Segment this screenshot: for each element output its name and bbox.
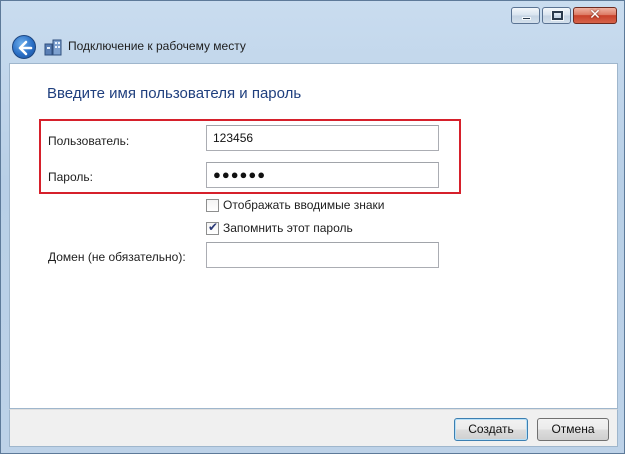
username-label: Пользователь: xyxy=(48,134,130,148)
workplace-connection-icon xyxy=(44,39,62,56)
dialog-window: ✕ Подключение к рабочему месту Введите и… xyxy=(0,0,625,454)
show-chars-option[interactable]: Отображать вводимые знаки xyxy=(206,198,384,212)
content-panel: Введите имя пользователя и пароль Пользо… xyxy=(9,63,618,409)
show-chars-label: Отображать вводимые знаки xyxy=(223,198,385,212)
domain-field[interactable] xyxy=(206,242,439,268)
back-button[interactable] xyxy=(12,35,36,59)
window-title: Подключение к рабочему месту xyxy=(68,39,246,53)
minimize-icon xyxy=(522,17,531,20)
remember-password-checkbox[interactable]: ✔ xyxy=(206,219,219,235)
cancel-button[interactable]: Отмена xyxy=(537,418,609,441)
header-bar: Подключение к рабочему месту xyxy=(1,29,624,63)
password-label: Пароль: xyxy=(48,170,93,184)
maximize-icon xyxy=(552,11,563,20)
checkmark-icon: ✔ xyxy=(208,219,219,234)
minimize-button[interactable] xyxy=(511,7,540,24)
back-arrow-icon xyxy=(18,40,33,56)
close-button[interactable]: ✕ xyxy=(573,7,617,24)
show-chars-checkbox[interactable] xyxy=(206,198,219,212)
create-button[interactable]: Создать xyxy=(454,418,528,441)
domain-label: Домен (не обязательно): xyxy=(48,250,186,264)
button-bar: Создать Отмена xyxy=(9,409,618,447)
close-icon: ✕ xyxy=(589,7,601,23)
remember-password-label: Запомнить этот пароль xyxy=(223,221,353,235)
remember-password-option[interactable]: ✔ Запомнить этот пароль xyxy=(206,219,353,235)
caption-buttons: ✕ xyxy=(511,7,617,24)
password-field[interactable]: ●●●●●● xyxy=(206,162,439,188)
username-field[interactable]: 123456 xyxy=(206,125,439,151)
maximize-button[interactable] xyxy=(542,7,571,24)
page-heading: Введите имя пользователя и пароль xyxy=(47,85,302,102)
